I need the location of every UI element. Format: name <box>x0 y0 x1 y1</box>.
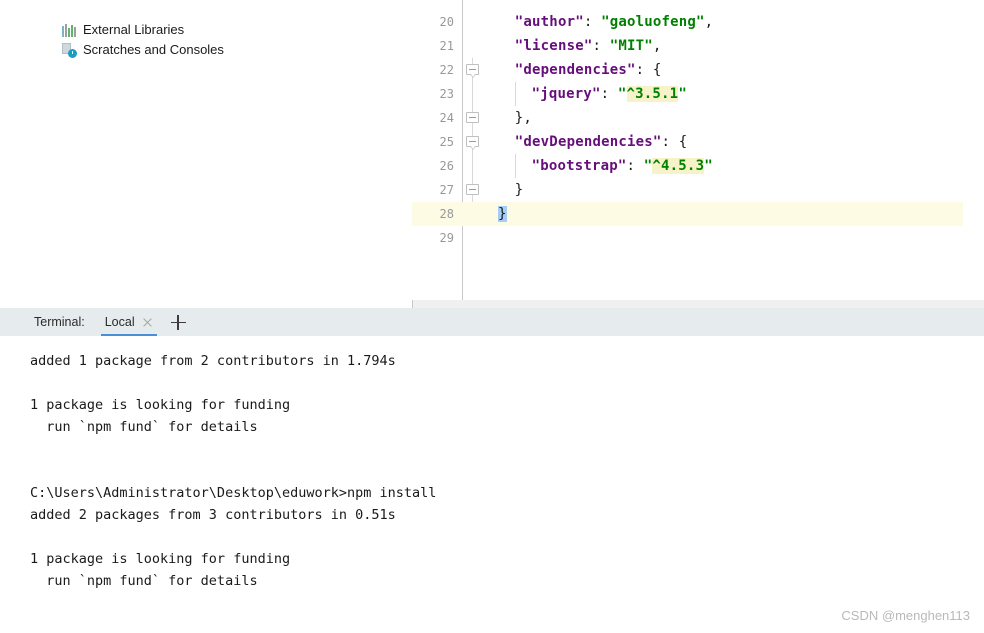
code-token: }, <box>514 110 533 126</box>
terminal-label: Terminal: <box>34 315 85 329</box>
code-text: } <box>498 202 507 226</box>
code-token: "dependencies" <box>514 62 636 78</box>
code-token: " <box>704 158 713 174</box>
code-token: } <box>498 206 507 222</box>
line-number: 25 <box>439 135 454 149</box>
terminal-line: added 2 packages from 3 contributors in … <box>30 507 396 523</box>
terminal-tool-window: Terminal: Local added 1 package from 2 c… <box>0 308 984 633</box>
terminal-tab-local[interactable]: Local <box>100 308 157 336</box>
editor-line[interactable]: 27} <box>412 178 984 202</box>
editor-line[interactable]: 21 "license": "MIT", <box>412 34 984 58</box>
editor-line[interactable]: 20 "author": "gaoluofeng", <box>412 10 984 34</box>
line-number: 23 <box>439 87 454 101</box>
editor-bottom-filler <box>412 300 984 308</box>
line-number: 26 <box>439 159 454 173</box>
indent-guide <box>514 154 516 178</box>
terminal-tab-label: Local <box>104 315 135 329</box>
code-text: "author": "gaoluofeng", <box>515 10 713 34</box>
code-text: } <box>515 178 524 202</box>
code-token: ^4.5.3 <box>652 158 705 174</box>
scratches-icon <box>62 42 77 58</box>
editor-line[interactable]: 29 <box>412 226 984 250</box>
terminal-line: run `npm fund` for details <box>30 573 258 589</box>
code-token: " <box>678 86 687 102</box>
indent-guide <box>514 82 516 106</box>
terminal-output[interactable]: added 1 package from 2 contributors in 1… <box>0 336 984 633</box>
tree-node-scratches-and-consoles[interactable]: Scratches and Consoles <box>62 42 224 58</box>
line-number: 20 <box>439 15 454 29</box>
terminal-toolbar: Terminal: Local <box>0 308 984 336</box>
code-token: , <box>704 14 714 30</box>
line-number: 29 <box>439 231 454 245</box>
code-token: "license" <box>514 38 593 54</box>
library-icon <box>62 23 77 37</box>
code-token: } <box>514 182 524 198</box>
code-token: "bootstrap" <box>531 158 627 174</box>
code-token: " <box>617 86 627 102</box>
line-number: 28 <box>439 207 454 221</box>
terminal-line: run `npm fund` for details <box>30 419 258 435</box>
tree-node-external-libraries[interactable]: External Libraries <box>62 22 184 38</box>
code-token: : { <box>661 134 688 150</box>
editor-line[interactable]: 25 "devDependencies": { <box>412 130 984 154</box>
code-token: "devDependencies" <box>514 134 662 150</box>
code-token: ^3.5.1 <box>626 86 679 102</box>
code-text: "license": "MIT", <box>515 34 662 58</box>
watermark: CSDN @menghen113 <box>841 608 970 623</box>
code-text: "jquery": "^3.5.1" <box>532 82 687 106</box>
plus-icon[interactable] <box>170 314 186 330</box>
code-text: "dependencies": { <box>515 58 662 82</box>
line-number: 24 <box>439 111 454 125</box>
editor-line[interactable]: 22 "dependencies": { <box>412 58 984 82</box>
editor-line[interactable]: 28} <box>412 202 963 226</box>
code-token: : { <box>635 62 662 78</box>
code-token: : <box>600 86 618 102</box>
code-text: "bootstrap": "^4.5.3" <box>532 154 713 178</box>
close-icon[interactable] <box>142 317 153 328</box>
code-token: , <box>652 38 662 54</box>
code-token: : <box>626 158 644 174</box>
terminal-line: C:\Users\Administrator\Desktop\eduwork>n… <box>30 485 437 501</box>
code-token: "author" <box>514 14 584 30</box>
editor-line[interactable]: 24}, <box>412 106 984 130</box>
terminal-line: 1 package is looking for funding <box>30 397 291 413</box>
line-number: 21 <box>439 39 454 53</box>
code-text: "devDependencies": { <box>515 130 688 154</box>
code-editor[interactable]: 20 "author": "gaoluofeng", 21 "license": "M… <box>412 0 984 300</box>
terminal-line: 1 package is looking for funding <box>30 551 291 567</box>
editor-line[interactable]: 26 "bootstrap": "^4.5.3" <box>412 154 984 178</box>
code-token: "gaoluofeng" <box>601 14 705 30</box>
code-token: : <box>592 38 610 54</box>
line-number: 22 <box>439 63 454 77</box>
terminal-line: added 1 package from 2 contributors in 1… <box>30 353 396 369</box>
code-token: : <box>583 14 602 30</box>
project-tool-window: External Libraries Scratches and Console… <box>0 0 412 300</box>
editor-line[interactable]: 23 "jquery": "^3.5.1" <box>412 82 984 106</box>
code-token: "jquery" <box>531 86 601 102</box>
left-bottom-filler <box>0 300 412 308</box>
tree-node-label: External Libraries <box>83 22 185 37</box>
line-number: 27 <box>439 183 454 197</box>
code-token: "MIT" <box>609 38 653 54</box>
code-text: }, <box>515 106 532 130</box>
tree-node-label: Scratches and Consoles <box>83 42 224 57</box>
